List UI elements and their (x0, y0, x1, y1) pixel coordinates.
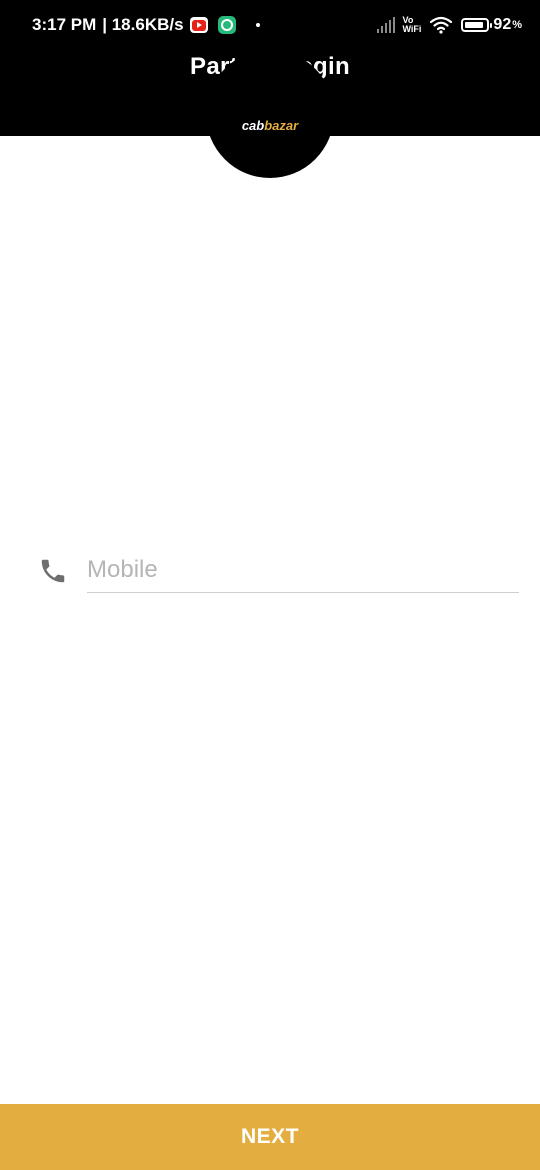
battery-icon (461, 18, 493, 32)
status-left: 3:17 PM | 18.6KB/s (32, 14, 260, 36)
partner-login-screen: 3:17 PM | 18.6KB/s Vo WiFi 92 % Login ca… (0, 0, 540, 1170)
network-speed: | 18.6KB/s (102, 15, 184, 34)
battery-indicator: 92% (461, 16, 522, 34)
logo-part-bazar: bazar (264, 118, 299, 133)
status-right: Vo WiFi 92% (376, 13, 522, 37)
mobile-input[interactable] (87, 548, 519, 593)
more-notifications-dot (255, 23, 260, 27)
battery-unit: % (512, 19, 522, 31)
youtube-icon (189, 17, 208, 33)
wifi-label: WiFi (402, 24, 422, 34)
cabbazar-logo: cabbazar (0, 118, 540, 133)
phone-icon (41, 559, 65, 583)
signal-icon (376, 17, 395, 33)
clock-app-icon (217, 16, 236, 34)
vowifi-icon: Vo WiFi (403, 16, 422, 34)
status-time: 3:17 PM (32, 15, 97, 34)
wifi-icon (430, 16, 453, 34)
logo-part-cab: cab (241, 118, 265, 133)
status-bar: 3:17 PM | 18.6KB/s Vo WiFi 92 % (0, 0, 540, 48)
logo-badge (206, 50, 334, 178)
next-button[interactable]: NEXT (0, 1104, 540, 1170)
battery-percent: 92 (493, 16, 512, 33)
